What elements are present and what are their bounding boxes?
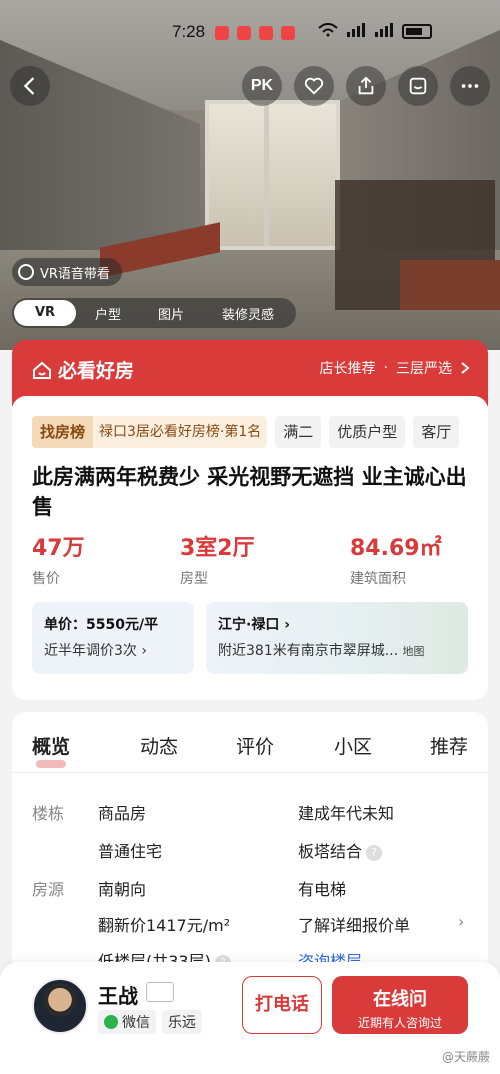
company-chip: 乐远 xyxy=(162,1010,202,1034)
detail-tabs: 概览 动态 评价 小区 推荐 xyxy=(12,732,488,772)
banner-sep: · xyxy=(383,360,388,376)
banner-right-b: 三层严选 xyxy=(396,361,452,377)
house-icon xyxy=(33,361,51,379)
price-sheet-link[interactable]: 了解详细报价单 › xyxy=(298,912,464,936)
tab-reviews[interactable]: 评价 xyxy=(236,732,274,759)
tag-item: 优质户型 xyxy=(329,416,406,448)
unit-price: 单价：5550元/平 xyxy=(44,617,159,633)
orientation: 南朝向 xyxy=(98,880,147,899)
tab-updates[interactable]: 动态 xyxy=(140,732,178,759)
signal-icon-2 xyxy=(374,23,394,40)
residence-type: 普通住宅 xyxy=(98,842,163,861)
back-button[interactable] xyxy=(10,66,50,106)
message-button[interactable] xyxy=(398,66,438,106)
pk-label: PK xyxy=(250,77,274,94)
heart-icon xyxy=(304,77,324,95)
avatar[interactable] xyxy=(32,978,88,1034)
photo-window xyxy=(205,100,340,250)
chevron-right-icon xyxy=(461,362,470,374)
tab-overview[interactable]: 概览 xyxy=(32,732,70,768)
vr-icon xyxy=(18,264,34,280)
tab-recommend[interactable]: 推荐 xyxy=(430,732,468,759)
pk-button[interactable]: PK xyxy=(242,66,282,106)
share-button[interactable] xyxy=(346,66,386,106)
stat-label: 房型 xyxy=(180,571,208,587)
banner-logo: 必看好房 xyxy=(32,356,134,383)
online-ask-label: 在线问 xyxy=(373,989,427,1010)
media-tab-decor[interactable]: 装修灵感 xyxy=(202,304,294,323)
wechat-icon xyxy=(104,1015,118,1029)
location-nearby: 附近381米有南京市翠屏城... 地图 xyxy=(218,643,425,659)
media-tab-photos[interactable]: 图片 xyxy=(140,304,202,323)
media-tab-floorplan[interactable]: 户型 xyxy=(76,304,140,323)
stat-layout: 3室2厅 房型 xyxy=(180,530,255,588)
rank-badge-text: 禄口3居必看好房榜·第1名 xyxy=(93,416,268,448)
agent-chips: 微信 乐远 xyxy=(98,1010,202,1034)
price-changes: 近半年调价3次 › xyxy=(44,643,147,659)
media-tab-vr[interactable]: VR xyxy=(14,300,76,326)
message-icon xyxy=(409,77,427,95)
vr-voice-badge[interactable]: VR语音带看 xyxy=(12,258,122,286)
tabs-divider xyxy=(12,772,488,773)
listing-card: 找房榜 禄口3居必看好房榜·第1名 满二 优质户型 客厅 此房满两年税费少 采光… xyxy=(12,396,488,700)
online-ask-button[interactable]: 在线问 近期有人咨询过 xyxy=(332,976,468,1034)
location-area: 江宁·禄口 › xyxy=(218,617,290,633)
wifi-icon xyxy=(318,23,338,40)
stat-value: 3室2厅 xyxy=(180,536,255,561)
renovation-price: 翻新价1417元/m² xyxy=(98,916,231,935)
business-card-icon[interactable] xyxy=(146,982,174,1002)
listing-tags: 找房榜 禄口3居必看好房榜·第1名 满二 优质户型 客厅 xyxy=(32,416,460,448)
stat-value: 84.69㎡ xyxy=(350,536,442,561)
banner-right-a: 店长推荐 xyxy=(319,361,376,377)
call-button[interactable]: 打电话 xyxy=(242,976,322,1034)
banner-right: 店长推荐 · 三层严选 xyxy=(320,358,470,378)
elevator: 有电梯 xyxy=(298,880,347,899)
banner-logo-text: 必看好房 xyxy=(58,360,135,382)
agent-bottom-bar: 王战 微信 乐远 打电话 在线问 近期有人咨询过 xyxy=(0,962,500,1074)
building-type: 商品房 xyxy=(98,804,147,823)
online-ask-sub: 近期有人咨询过 xyxy=(357,1016,442,1030)
stat-price: 47万 售价 xyxy=(32,530,85,588)
source-label: 房源 xyxy=(32,880,65,899)
photo-desk xyxy=(400,260,500,310)
media-tabs: VR 户型 图片 装修灵感 xyxy=(12,298,296,328)
agent-name[interactable]: 王战 xyxy=(98,980,138,1009)
more-button[interactable] xyxy=(450,66,490,106)
map-label: 地图 xyxy=(402,645,425,658)
battery-icon xyxy=(402,24,432,39)
wechat-chip[interactable]: 微信 xyxy=(98,1010,156,1034)
favorite-button[interactable] xyxy=(294,66,334,106)
watermark: @天蕨蕨 xyxy=(441,1050,490,1064)
rank-badge[interactable]: 找房榜 禄口3居必看好房榜·第1名 xyxy=(32,416,268,448)
listing-title: 此房满两年税费少 采光视野无遮挡 业主诚心出售 xyxy=(32,465,467,519)
status-bar: 7:28 xyxy=(0,0,500,41)
rank-badge-label: 找房榜 xyxy=(32,416,94,448)
stat-label: 售价 xyxy=(32,571,60,587)
stat-value: 47万 xyxy=(32,536,85,561)
detail-card: 概览 动态 评价 小区 推荐 楼栋 商品房 建成年代未知 普通住宅 板塔结合? … xyxy=(12,712,488,972)
stat-label: 建筑面积 xyxy=(350,571,406,587)
tag-item: 满二 xyxy=(275,416,322,448)
more-dots-icon xyxy=(461,84,479,88)
stat-area: 84.69㎡ 建筑面积 xyxy=(350,530,442,588)
tab-community[interactable]: 小区 xyxy=(334,732,372,759)
location-box[interactable]: 江宁·禄口 › 附近381米有南京市翠屏城... 地图 xyxy=(206,602,468,674)
building-label: 楼栋 xyxy=(32,804,65,823)
tag-item: 客厅 xyxy=(413,416,460,448)
help-icon[interactable]: ? xyxy=(366,844,383,861)
status-right-icons xyxy=(318,23,432,40)
share-icon xyxy=(358,76,374,95)
vr-badge-label: VR语音带看 xyxy=(40,266,110,282)
status-time: 7:28 xyxy=(172,22,206,41)
notification-icons xyxy=(215,26,295,40)
chevron-left-icon xyxy=(23,77,34,95)
unit-price-box[interactable]: 单价：5550元/平 近半年调价3次 › xyxy=(32,602,194,674)
signal-icon xyxy=(346,23,366,40)
build-year: 建成年代未知 xyxy=(298,804,395,823)
structure: 板塔结合? xyxy=(298,838,383,862)
